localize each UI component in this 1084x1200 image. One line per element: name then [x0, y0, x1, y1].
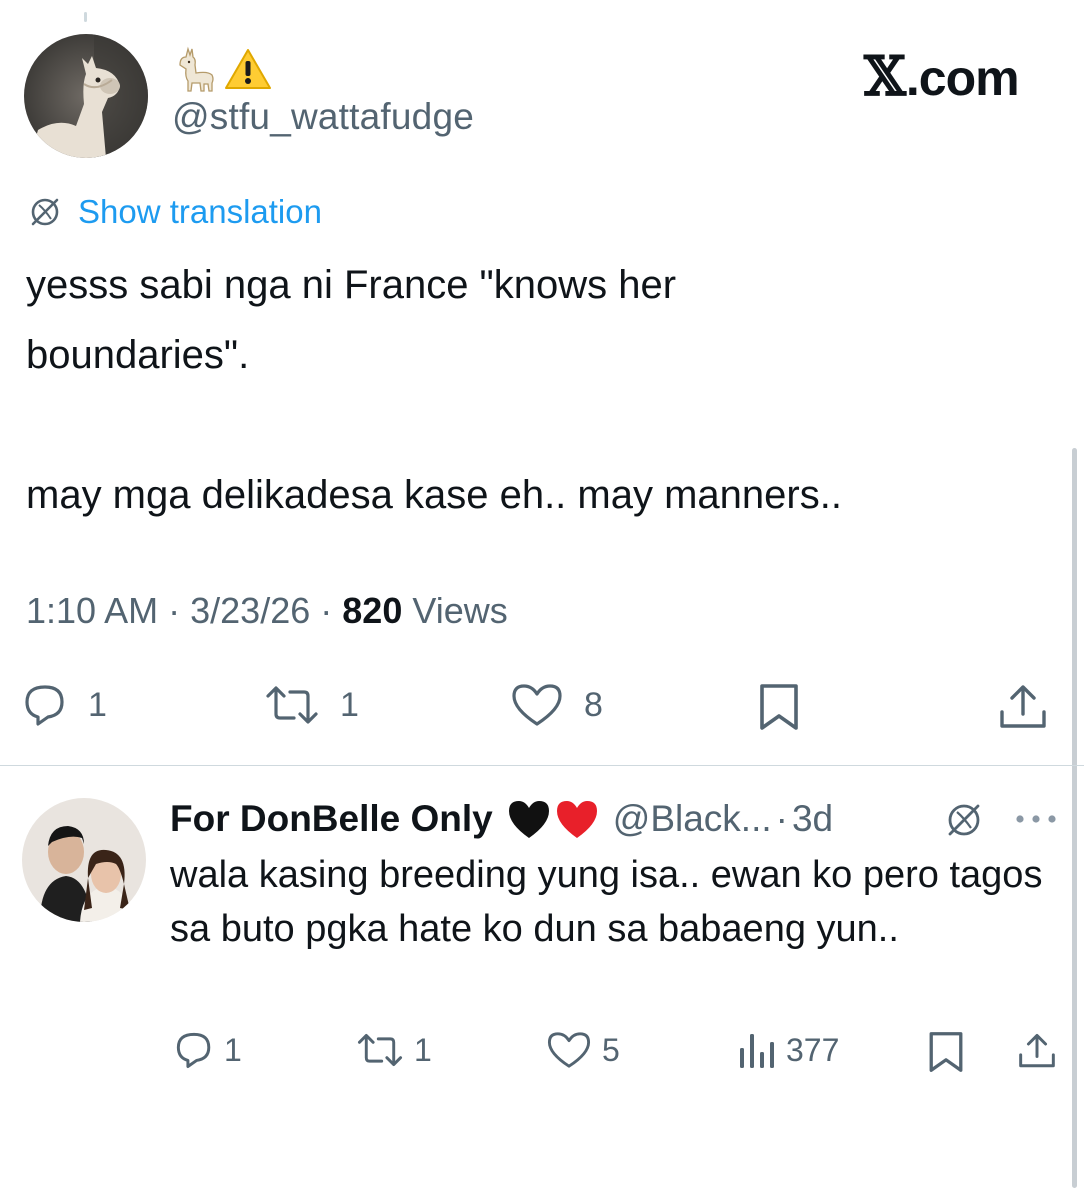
meta-separator: ·	[320, 590, 333, 631]
views-label: Views	[412, 590, 508, 631]
reply-repost-count: 1	[414, 1031, 432, 1068]
black-heart-emoji	[508, 801, 549, 838]
more-icon	[1016, 815, 1056, 823]
reply-count: 1	[88, 685, 107, 724]
scrollbar[interactable]	[1072, 448, 1077, 1188]
reply-like-button[interactable]: 5	[546, 1030, 620, 1070]
red-heart-emoji	[556, 801, 597, 838]
bookmark-icon	[760, 684, 798, 730]
reply-repost-button[interactable]: 1	[356, 1030, 432, 1070]
reply-share-button[interactable]	[1016, 1030, 1058, 1072]
share-icon	[1019, 1033, 1055, 1068]
show-translation-link[interactable]: Show translation	[78, 193, 322, 231]
watermark-text: .com	[905, 50, 1020, 106]
show-translation-row[interactable]: Show translation	[26, 193, 322, 231]
reply-reply-count: 1	[224, 1031, 242, 1068]
analytics-icon	[740, 1034, 774, 1068]
warning-emoji	[225, 49, 271, 89]
tweet-time[interactable]: 1:10 AM	[26, 590, 158, 631]
reply-views-count: 377	[786, 1031, 840, 1068]
more-options-button[interactable]	[1014, 812, 1058, 830]
reply-icon	[176, 1032, 211, 1068]
x-com-watermark: 𝕏 .com	[864, 44, 1020, 108]
like-count: 8	[584, 685, 603, 724]
tweet-date[interactable]: 3/23/26	[190, 590, 310, 631]
reply-bookmark-button[interactable]	[926, 1030, 966, 1074]
avatar-llama-image	[24, 34, 148, 158]
reply-name-emojis	[507, 798, 599, 840]
repost-button[interactable]: 1	[264, 682, 359, 728]
reply-handle[interactable]: @Black...	[613, 798, 772, 840]
globe-icon	[31, 198, 59, 226]
reply-icon	[25, 685, 64, 726]
share-icon	[1000, 685, 1046, 728]
reply-translate-button[interactable]	[942, 798, 986, 847]
reply-avatar[interactable]	[22, 798, 146, 922]
bookmark-button[interactable]	[756, 682, 802, 732]
repost-count: 1	[340, 685, 359, 724]
user-handle[interactable]: @stfu_wattafudge	[172, 96, 474, 138]
like-button[interactable]: 8	[510, 682, 603, 728]
reply-time[interactable]: 3d	[792, 798, 833, 840]
reply-separator: ·	[775, 798, 788, 839]
heart-icon	[512, 684, 562, 726]
reply-header: For DonBelle Only @Black... · 3d	[170, 792, 833, 846]
reply-views-button[interactable]: 377	[738, 1030, 839, 1070]
reply-avatar-image	[22, 798, 146, 922]
avatar[interactable]	[24, 34, 148, 158]
reply-display-name[interactable]: For DonBelle Only	[170, 798, 493, 840]
globe-icon	[948, 804, 980, 836]
reply-reply-button[interactable]: 1	[174, 1030, 242, 1070]
divider	[0, 765, 1084, 766]
llama-emoji	[179, 46, 214, 92]
heart-icon	[547, 1032, 591, 1068]
bookmark-icon	[929, 1032, 963, 1072]
display-name-emojis[interactable]	[174, 44, 272, 94]
repost-icon	[266, 686, 318, 724]
tweet-text: yesss sabi nga ni France "knows her boun…	[26, 263, 842, 517]
reply-text: wala kasing breeding yung isa.. ewan ko …	[170, 854, 1043, 950]
reply-like-count: 5	[602, 1031, 620, 1068]
meta-separator: ·	[168, 590, 181, 631]
tweet-meta: 1:10 AM · 3/23/26 · 820 Views	[26, 590, 508, 632]
repost-icon	[357, 1033, 403, 1067]
top-indicator	[84, 12, 87, 22]
share-button[interactable]	[996, 682, 1050, 732]
views-count: 820	[342, 590, 403, 631]
reply-button[interactable]: 1	[22, 682, 107, 728]
x-logo-icon: 𝕏	[864, 44, 906, 108]
